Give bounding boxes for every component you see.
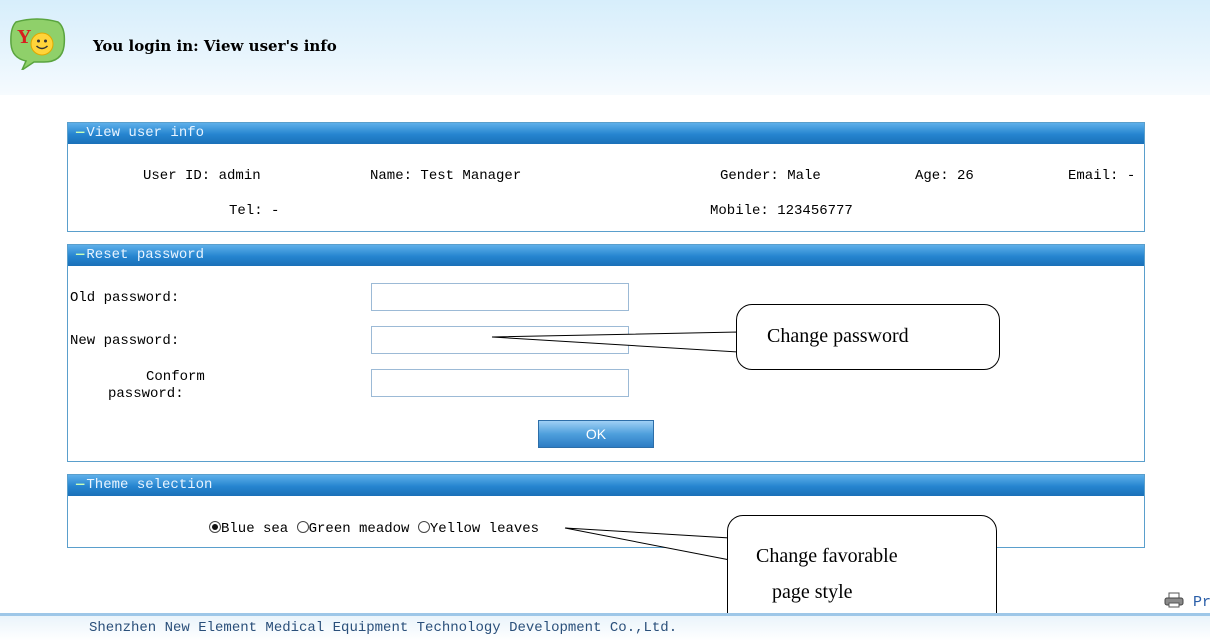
callout-change-password-text: Change password	[767, 325, 909, 347]
radio-icon[interactable]	[417, 521, 430, 533]
theme-selection-title: Theme selection	[86, 477, 213, 493]
age-value: 26	[957, 168, 974, 184]
confirm-password-label-2: password:	[108, 386, 184, 402]
confirm-password-label-1: Conform	[146, 369, 205, 385]
age-row: Age: 26	[915, 168, 974, 184]
reset-password-title: Reset password	[86, 247, 205, 263]
print-label: Print...	[1193, 594, 1210, 611]
theme-option-green-meadow[interactable]: Green meadow	[296, 521, 410, 537]
name-label: Name:	[370, 168, 413, 184]
top-banner: Y You login in: View user's info	[0, 0, 1210, 95]
old-password-label: Old password:	[70, 290, 180, 306]
theme-option-label: Blue sea	[221, 521, 289, 537]
gender-label: Gender:	[720, 168, 779, 184]
user-id-label: User ID:	[143, 168, 211, 184]
user-info-header[interactable]: — View user info	[68, 123, 1144, 144]
ok-button[interactable]: OK	[538, 420, 654, 448]
collapse-icon[interactable]: —	[76, 125, 84, 141]
theme-option-label: Yellow leaves	[429, 521, 540, 537]
print-link[interactable]: Print...	[1164, 592, 1210, 611]
user-id-value: admin	[218, 168, 261, 184]
email-label: Email:	[1068, 168, 1119, 184]
new-password-label: New password:	[70, 333, 180, 349]
theme-option-yellow-leaves[interactable]: Yellow leaves	[417, 521, 540, 537]
mobile-value: 123456777	[777, 203, 853, 219]
new-password-input[interactable]	[371, 326, 629, 354]
footer-copyright: Shenzhen New Element Medical Equipment T…	[89, 620, 678, 636]
age-label: Age:	[915, 168, 949, 184]
old-password-input[interactable]	[371, 283, 629, 311]
callout-change-password: Change password	[736, 304, 1000, 370]
footer: Shenzhen New Element Medical Equipment T…	[0, 616, 1210, 641]
name-row: Name: Test Manager	[370, 168, 521, 184]
logo-icon: Y	[10, 18, 66, 70]
collapse-icon[interactable]: —	[76, 247, 84, 263]
theme-selection-header[interactable]: — Theme selection	[68, 475, 1144, 496]
user-info-panel: — View user info User ID: admin Name: Tes…	[67, 122, 1145, 232]
email-value: -	[1126, 168, 1136, 184]
name-value: Test Manager	[420, 168, 522, 184]
theme-options: Blue sea Green meadow Yellow leaves	[209, 521, 539, 537]
mobile-row: Mobile: 123456777	[710, 203, 853, 219]
gender-value: Male	[787, 168, 821, 184]
callout-change-style-line-2: page style	[772, 581, 853, 603]
radio-icon[interactable]	[296, 521, 309, 533]
tel-label: Tel:	[229, 203, 263, 219]
reset-password-header[interactable]: — Reset password	[68, 245, 1144, 266]
email-row: Email: -	[1068, 168, 1135, 184]
collapse-icon[interactable]: —	[76, 477, 84, 493]
tel-row: Tel: -	[229, 203, 279, 219]
radio-selected-icon[interactable]	[209, 521, 221, 533]
user-id-row: User ID: admin	[143, 168, 261, 184]
theme-option-label: Green meadow	[308, 521, 410, 537]
logo-letter: Y	[17, 26, 32, 48]
callout-change-style-line-1: Change favorable	[756, 545, 898, 567]
printer-icon	[1164, 592, 1184, 608]
theme-option-blue-sea[interactable]: Blue sea	[209, 521, 288, 537]
gender-row: Gender: Male	[720, 168, 821, 184]
confirm-password-input[interactable]	[371, 369, 629, 397]
tel-value: -	[271, 203, 280, 219]
page-title: You login in: View user's info	[93, 37, 337, 55]
user-info-title: View user info	[86, 125, 205, 141]
mobile-label: Mobile:	[710, 203, 769, 219]
